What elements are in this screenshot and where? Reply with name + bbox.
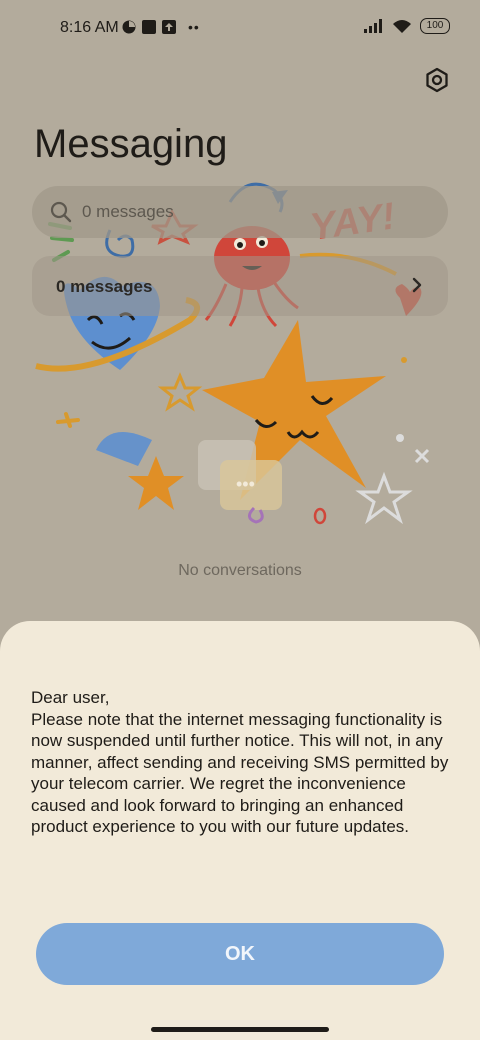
upload-notification-icon bbox=[162, 20, 176, 34]
search-icon bbox=[50, 201, 72, 223]
search-bar[interactable]: 0 messages bbox=[32, 186, 448, 238]
messages-count-label: 0 messages bbox=[56, 277, 153, 296]
system-icons: 100 bbox=[364, 18, 450, 34]
home-indicator[interactable] bbox=[151, 1027, 329, 1032]
notification-icons: •• bbox=[122, 19, 200, 35]
svg-text:•••: ••• bbox=[236, 474, 255, 494]
ok-button[interactable]: OK bbox=[36, 923, 444, 985]
settings-button[interactable] bbox=[421, 64, 453, 96]
notice-message: Dear user, Please note that the internet… bbox=[31, 688, 449, 836]
status-time: 8:16 AM bbox=[60, 19, 119, 36]
wifi-icon bbox=[393, 19, 411, 33]
notice-dialog: Dear user, Please note that the internet… bbox=[0, 621, 480, 1040]
status-bar: 8:16 AM •• 100 bbox=[0, 0, 480, 56]
shooting-star-sticker bbox=[96, 432, 184, 510]
messages-summary-row[interactable]: 0 messages bbox=[32, 256, 448, 316]
signal-icon bbox=[364, 19, 382, 33]
settings-icon bbox=[426, 67, 448, 93]
empty-state-text: No conversations bbox=[178, 562, 302, 579]
chevron-right-icon bbox=[412, 277, 422, 293]
app-notification-icon bbox=[142, 20, 156, 34]
pie-notification-icon bbox=[122, 20, 136, 34]
page-title: Messaging bbox=[34, 122, 228, 166]
search-placeholder: 0 messages bbox=[82, 202, 174, 221]
battery-icon: 100 bbox=[420, 18, 450, 34]
more-notifications-icon: •• bbox=[188, 19, 200, 35]
